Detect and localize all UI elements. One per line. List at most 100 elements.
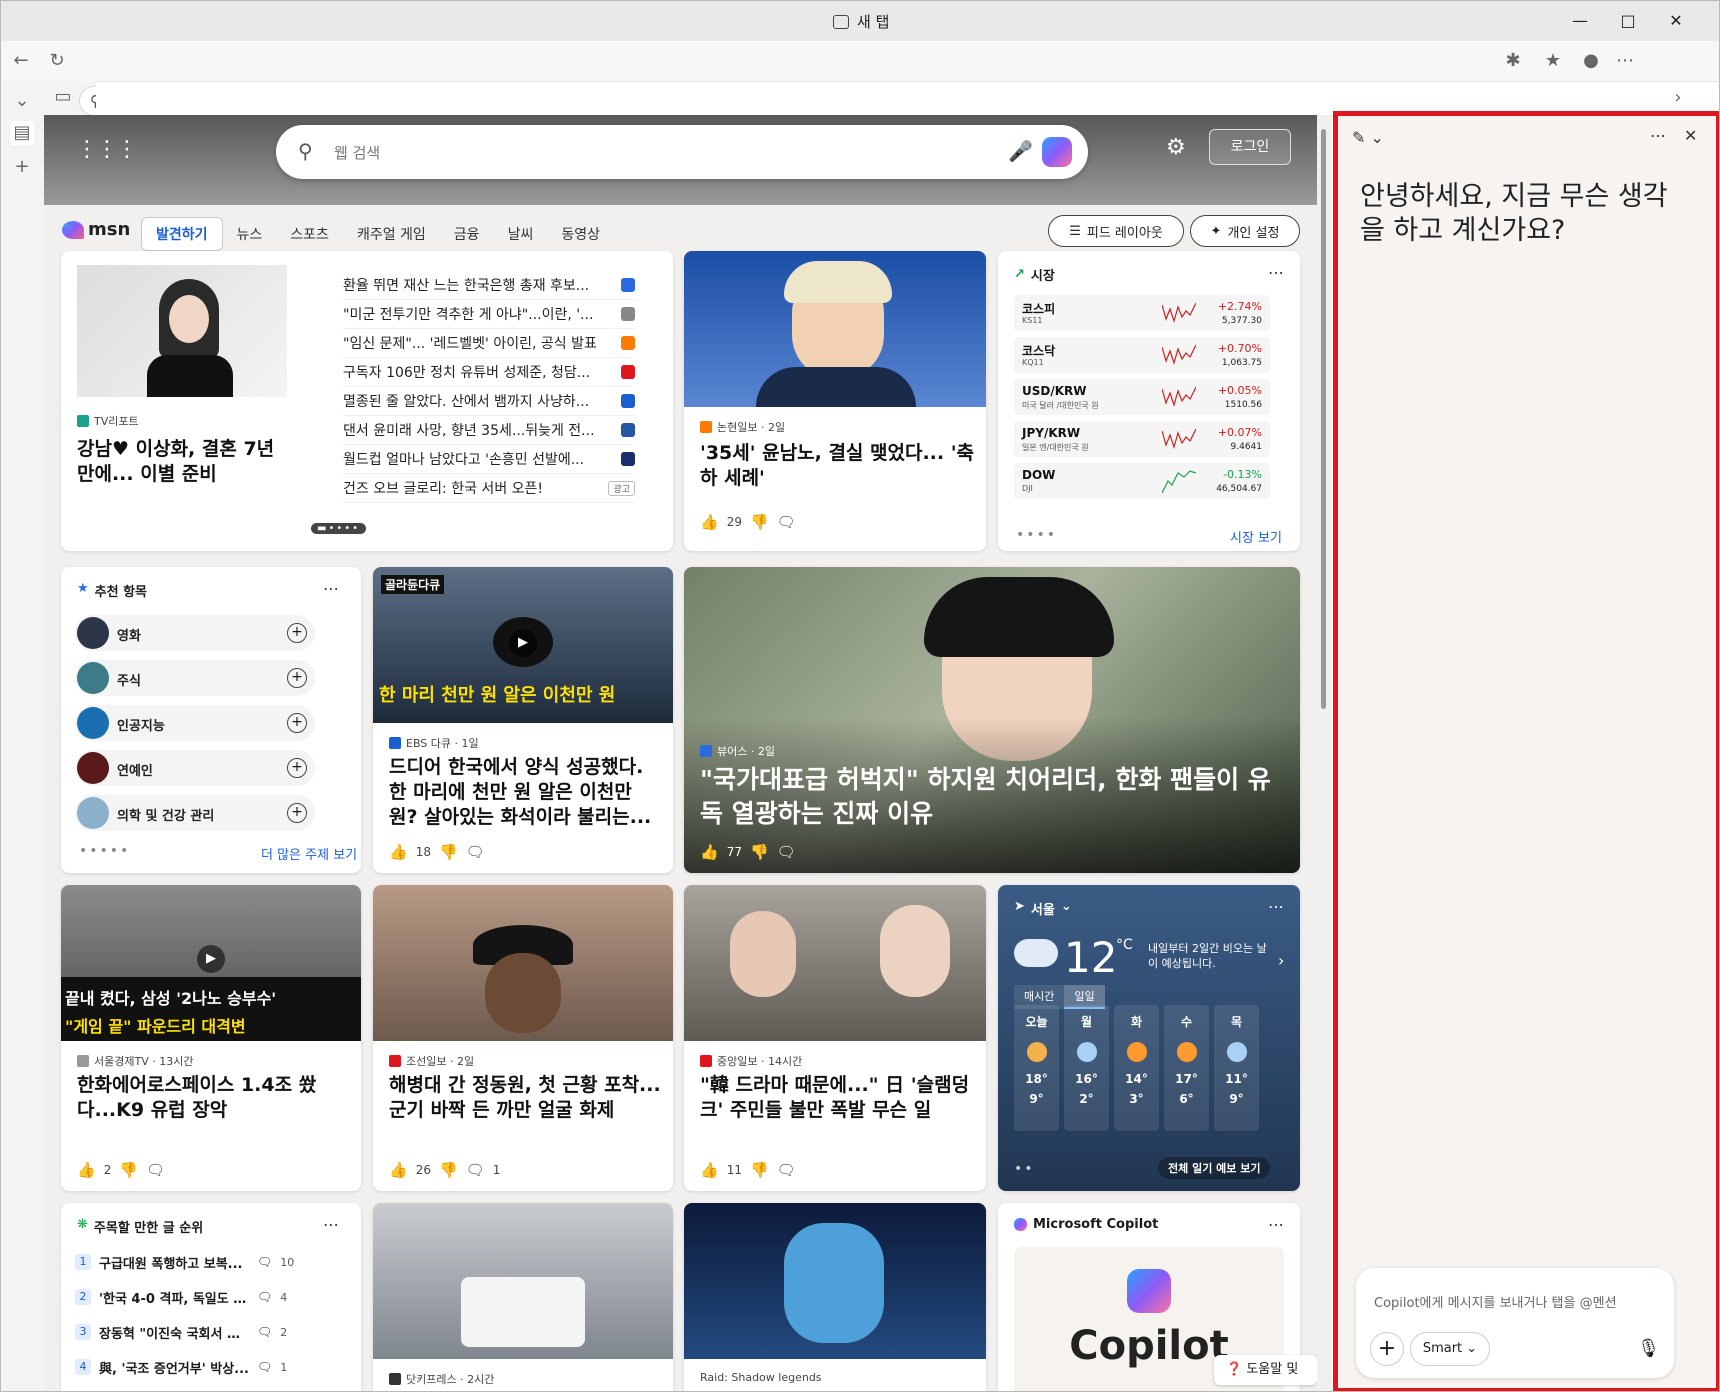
comment-icon[interactable]: 🗨 (777, 513, 796, 531)
tab-casual-games[interactable]: 캐주얼 게임 (343, 218, 440, 250)
newtab-rail-icon[interactable]: ▤ (10, 121, 34, 145)
play-icon[interactable]: ▶ (197, 945, 225, 973)
topic-ai[interactable]: 인공지능 + (75, 705, 315, 741)
panel-more-icon[interactable]: ⋯ (1650, 126, 1666, 145)
comment-icon[interactable]: 🗨 (466, 843, 485, 861)
copilot-message-box[interactable]: Copilot에게 메시지를 보내거나 탭을 @멘션 + Smart ⌄ 🎙 (1356, 1268, 1674, 1378)
story-headline[interactable]: '35세' 윤남노, 결실 맺었다... '축하 세례' (700, 441, 975, 491)
market-row[interactable]: USD/KRW 미국 달러 /대한민국 원 +0.05% 1510.56 (1014, 379, 1270, 415)
play-icon[interactable]: ▶ (509, 629, 537, 657)
dislike-icon[interactable]: 👎 (439, 843, 458, 861)
microphone-icon[interactable]: 🎤 (1008, 139, 1033, 163)
favorites-icon[interactable]: ★ (1541, 49, 1565, 73)
dislike-icon[interactable]: 👎 (750, 843, 769, 861)
like-icon[interactable]: 👍 (389, 843, 408, 861)
forecast-day[interactable]: 오늘 18° 9° (1014, 1005, 1059, 1131)
mode-selector[interactable]: Smart ⌄ (1410, 1332, 1490, 1366)
top-story-headline[interactable]: 강남♥ 이상화, 결혼 7년 만에... 이별 준비 (77, 437, 297, 487)
refresh-button[interactable]: ↻ (45, 49, 69, 73)
tab-discover[interactable]: 발견하기 (141, 217, 223, 251)
market-row[interactable]: 코스닥 KQ11 +0.70% 1,063.75 (1014, 337, 1270, 373)
news-list-item[interactable]: 환율 뛰면 재산 느는 한국은행 총재 후보... (343, 271, 635, 300)
copilot-more-icon[interactable]: ⋯ (1268, 1215, 1284, 1234)
like-icon[interactable]: 👍 (389, 1161, 408, 1179)
news-list-item[interactable]: 댄서 윤미래 사망, 향년 35세...뒤늦게 전... (343, 416, 635, 445)
topic-celebrities[interactable]: 연예인 + (75, 750, 315, 786)
news-list-item[interactable]: "미군 전투기만 격추한 게 아냐"...이란, '... (343, 300, 635, 329)
tab-video[interactable]: 동영상 (547, 218, 614, 250)
story-card-jungdongwon[interactable]: 조선일보 · 2일 해병대 간 정동원, 첫 근황 포착...군기 바짝 든 까… (373, 885, 673, 1191)
settings-gear-icon[interactable]: ⚙ (1166, 135, 1186, 160)
trending-item[interactable]: 3 장동혁 "이진숙 국회서 더... 🗨 2 (75, 1317, 325, 1347)
add-attachment-button[interactable]: + (1370, 1332, 1404, 1366)
story-card-gm[interactable]: 닷키프레스 · 2시간 (373, 1203, 673, 1391)
market-row[interactable]: JPY/KRW 일본 엔/대한민국 원 +0.07% 9.4641 (1014, 421, 1270, 457)
story-headline[interactable]: 해병대 간 정동원, 첫 근황 포착...군기 바짝 든 까만 얼굴 화제 (389, 1073, 661, 1123)
like-icon[interactable]: 👍 (700, 513, 719, 531)
story-headline[interactable]: "韓 드라마 때문에..." 日 '슬램덩크' 주민들 불만 폭발 무슨 일 (700, 1073, 975, 1123)
scroll-thumb[interactable] (1321, 129, 1326, 709)
page-scrollbar[interactable] (1317, 115, 1331, 1391)
weather-dots[interactable]: •• (1014, 1161, 1035, 1177)
news-list-item[interactable]: 월드컵 얼마나 남았다고 '손흥민 선발에... (343, 445, 635, 474)
feed-layout-button[interactable]: ☰ 피드 레이아웃 (1048, 215, 1184, 247)
news-list-item[interactable]: "임신 문제"... '레드벨벳' 아이린, 공식 발표 (343, 329, 635, 358)
recommended-dots[interactable]: ••••• (79, 843, 130, 859)
top-story-image[interactable] (77, 265, 287, 397)
big-story-card[interactable]: 뷰어스 · 2일 "국가대표급 허벅지" 하지원 치어리더, 한화 팬들이 유독… (684, 567, 1300, 873)
market-row[interactable]: DOW DJI -0.13% 46,504.67 (1014, 463, 1270, 499)
tab-strip-icon[interactable]: ▭ (51, 85, 75, 109)
trending-item[interactable]: 2 '한국 4-0 격파, 독일도 안... 🗨 4 (75, 1282, 325, 1312)
trending-more-icon[interactable]: ⋯ (323, 1215, 339, 1234)
story-card-hanwha[interactable]: ▶ 끝내 켰다, 삼성 '2나노 승부수' "게임 끝" 파운드리 대격변 서울… (61, 885, 361, 1191)
add-icon[interactable]: + (287, 623, 307, 643)
ad-card-raid[interactable]: Raid: Shadow legends (684, 1203, 986, 1391)
video-card-ebs[interactable]: 골라듄다큐 ▶ 한 마리 천만 원 알은 이천만 원 EBS 다큐 · 1일 드… (373, 567, 673, 873)
add-icon[interactable]: + (287, 758, 307, 778)
comment-icon[interactable]: 🗨 (466, 1161, 485, 1179)
topic-movies[interactable]: 영화 + (75, 615, 315, 651)
favbar-chevron-icon[interactable]: › (1666, 86, 1690, 110)
trending-item[interactable]: 4 與, '국조 증언거부' 박상... 🗨 1 (75, 1352, 325, 1382)
new-chat-icon[interactable]: ✎ ⌄ (1352, 128, 1384, 147)
recommended-more-icon[interactable]: ⋯ (323, 579, 339, 598)
forecast-day[interactable]: 목 11° 9° (1214, 1005, 1259, 1131)
msn-logo[interactable]: msn (62, 219, 130, 240)
help-feedback-button[interactable]: ❓ 도움말 및 피드백 (1214, 1355, 1317, 1385)
big-story-headline[interactable]: "국가대표급 허벅지" 하지원 치어리더, 한화 팬들이 유독 열광하는 진짜 … (700, 763, 1280, 831)
weather-alert[interactable]: 내일부터 2일간 비오는 날이 예상됩니다. (1148, 941, 1276, 971)
like-icon[interactable]: 👍 (700, 843, 719, 861)
tab-finance[interactable]: 금융 (440, 218, 494, 250)
login-button[interactable]: 로그인 (1209, 129, 1291, 165)
forecast-day[interactable]: 수 17° 6° (1164, 1005, 1209, 1131)
web-search-box[interactable]: ⚲ 웹 검색 🎤 (276, 125, 1088, 179)
tab-actions-chevron-icon[interactable]: ⌄ (10, 89, 34, 113)
story-headline[interactable]: 한화에어로스페이스 1.4조 쐈다...K9 유럽 장악 (77, 1073, 349, 1123)
forecast-day[interactable]: 월 16° 2° (1064, 1005, 1109, 1131)
market-more-icon[interactable]: ⋯ (1268, 263, 1284, 282)
forecast-day[interactable]: 화 14° 3° (1114, 1005, 1159, 1131)
comment-icon[interactable]: 🗨 (146, 1161, 165, 1179)
add-icon[interactable]: + (287, 668, 307, 688)
more-menu-icon[interactable]: ⋯ (1613, 49, 1637, 73)
personalize-button[interactable]: ✦ 개인 설정 (1190, 215, 1300, 247)
dislike-icon[interactable]: 👎 (750, 513, 769, 531)
profile-avatar[interactable]: ● (1579, 49, 1603, 73)
weather-location[interactable]: ➤ 서울 ⌄ (1014, 899, 1072, 918)
chevron-right-icon[interactable]: › (1278, 951, 1284, 970)
story-card-yunnamno[interactable]: 논현일보 · 2일 '35세' 윤남노, 결실 맺었다... '축하 세례' 👍… (684, 251, 986, 551)
add-icon[interactable]: + (287, 803, 307, 823)
back-button[interactable]: ← (9, 49, 33, 73)
copilot-search-icon[interactable] (1042, 137, 1072, 167)
like-icon[interactable]: 👍 (700, 1161, 719, 1179)
tab-news[interactable]: 뉴스 (223, 218, 277, 250)
topic-stocks[interactable]: 주식 + (75, 660, 315, 696)
news-list-item[interactable]: 멸종된 줄 알았다. 산에서 뱀까지 사냥하... (343, 387, 635, 416)
more-topics-link[interactable]: 더 많은 주제 보기 (261, 844, 357, 863)
trending-item[interactable]: 1 구급대원 폭행하고 보복... 🗨 10 (75, 1247, 325, 1277)
topic-health[interactable]: 의학 및 건강 관리 + (75, 795, 315, 831)
full-forecast-link[interactable]: 전체 일기 예보 보기 (1158, 1157, 1271, 1179)
dislike-icon[interactable]: 👎 (119, 1161, 138, 1179)
comment-icon[interactable]: 🗨 (777, 843, 796, 861)
market-dots[interactable]: •••• (1016, 527, 1057, 543)
